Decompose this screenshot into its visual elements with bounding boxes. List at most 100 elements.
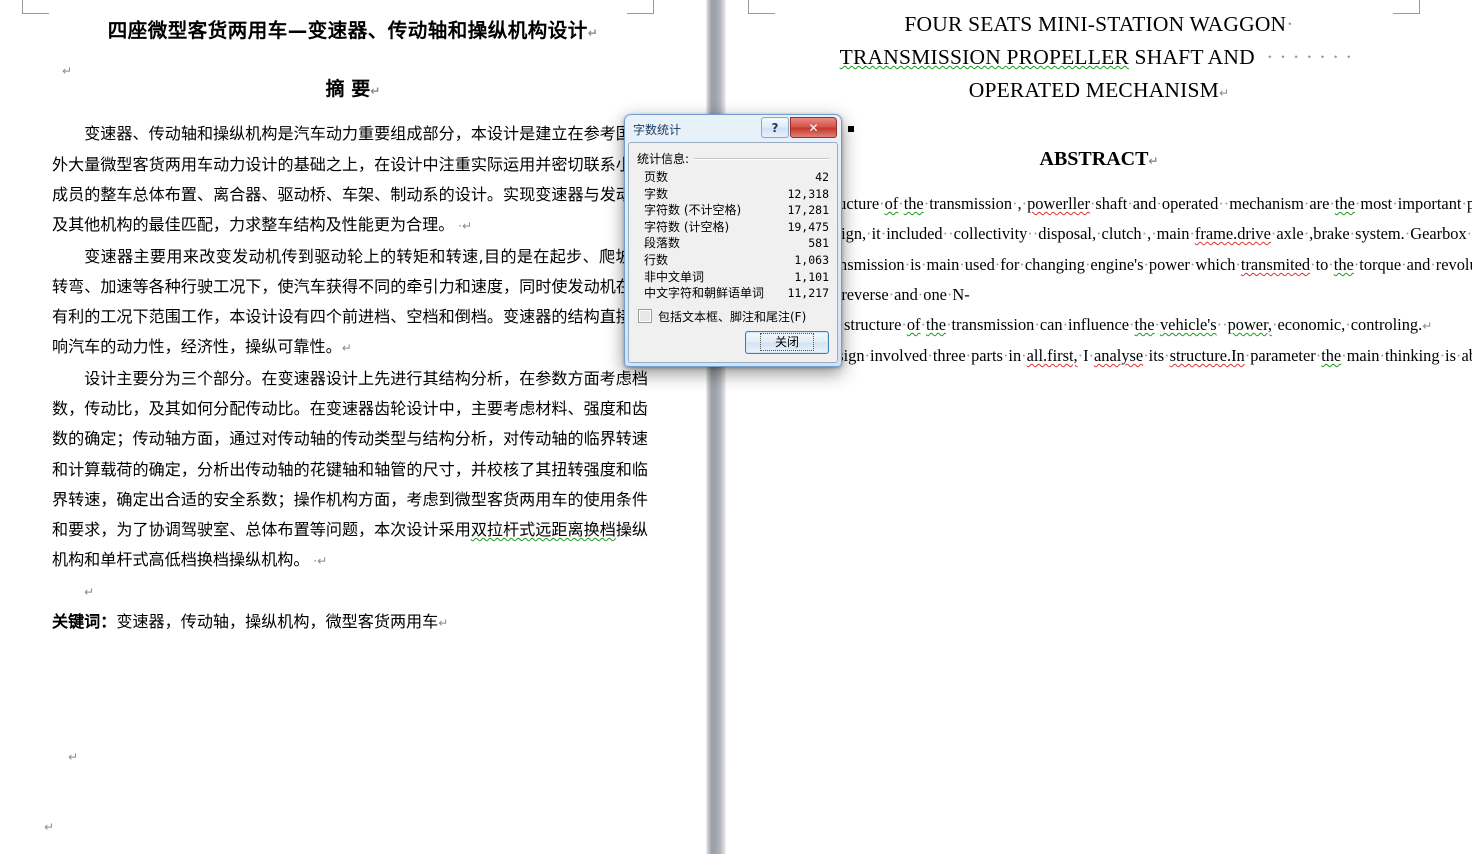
grammar-error-word: the (1134, 315, 1155, 334)
paragraph: The·design·involved·three·parts·in·all.f… (758, 341, 1472, 371)
paragraph: 变速器主要用来改变发动机传到驱动轮上的转矩和转速,目的是在起步、爬坡、转弯、加速… (52, 242, 648, 364)
word: three (932, 346, 966, 365)
word: and (894, 285, 918, 304)
document-page-left[interactable]: ↵ 四座微型客货两用车—变速器、传动轴和操纵机构设计↵ 摘 要↵ 变速器、传动轴… (0, 0, 706, 854)
word: used (964, 255, 995, 274)
statistic-label: 页数 (644, 170, 669, 184)
statistic-label: 字符数 (不计空格) (644, 203, 742, 218)
grammar-error-word: the (1321, 346, 1342, 365)
statistic-label: 行数 (644, 252, 669, 267)
grammar-error-word: vehicle's (1159, 315, 1217, 334)
statistic-row: 字符数 (计空格) 19,475 (644, 219, 829, 236)
word: disposal, (1038, 224, 1097, 243)
word: ,brake (1309, 224, 1350, 243)
word: torque (1359, 255, 1402, 274)
dialog-body: 统计信息: 页数 42 字数 12,318 字符数 (不计空格) 17,281 字符数 (计… (628, 142, 838, 363)
word: in (1008, 346, 1022, 365)
word: it (871, 224, 881, 243)
word: for (1000, 255, 1020, 274)
paragraph-text: 设计主要分为三个部分。在变速器设计上先进行其结构分析，在参数方面考虑档数，传动比… (52, 368, 649, 570)
include-textboxes-checkbox[interactable] (638, 309, 652, 324)
grammar-error-word: the (903, 194, 924, 213)
spelling-error-word: transmited (1240, 255, 1311, 274)
word: parts (971, 346, 1003, 365)
word: revolution (1435, 255, 1472, 274)
include-textboxes-label: 包括文本框、脚注和尾注(F) (658, 309, 807, 324)
paragraph-mark: ↵ (84, 584, 95, 599)
dialog-title-bar-buttons[interactable]: ? ✕ (761, 117, 837, 138)
word-count-dialog[interactable]: 字数统计 ? ✕ 统计信息: 页数 42 字数 12,318 字符数 (不计空格) 17,… (624, 114, 842, 367)
paragraph-text: The·transmission·is·main·used·for·changi… (758, 255, 1472, 334)
paragraph-mark: ↵ (1422, 319, 1433, 333)
statistics-group-label-text: 统计信息: (637, 152, 690, 166)
statistic-value: 11,217 (787, 286, 829, 301)
statistic-label: 字数 (644, 186, 669, 201)
page-title-chinese-text: 四座微型客货两用车—变速器、传动轴和操纵机构设计 (107, 19, 588, 42)
statistic-row: 字数 12,318 (644, 186, 829, 203)
page-title-chinese: 四座微型客货两用车—变速器、传动轴和操纵机构设计↵ (48, 18, 658, 44)
abstract-heading-chinese-text: 摘 要 (325, 78, 371, 101)
grammar-error-word: power, (1227, 315, 1272, 334)
word: is (1445, 346, 1456, 365)
paragraph-mark: ↵ (370, 84, 381, 99)
word: changing (1024, 255, 1085, 274)
formatting-square-bullet (848, 126, 854, 132)
word: transmission (929, 194, 1013, 213)
word: engine's (1090, 255, 1144, 274)
spelling-error-word: all.first, (1026, 346, 1078, 365)
word: axle (1276, 224, 1304, 243)
paragraph-mark: ↵ (341, 341, 352, 356)
statistics-group-label: 统计信息: (637, 150, 829, 167)
abstract-body-english: The·structure·of·the·transmission·,·powe… (758, 189, 1472, 371)
word: mechanism (1229, 194, 1304, 213)
word: structure (844, 315, 902, 334)
word: power (1148, 255, 1190, 274)
spelling-error-word: frame.drive (1194, 224, 1271, 243)
spelling-error-word: powerller (1027, 194, 1090, 213)
word: important (1397, 194, 1462, 213)
trailing-space-marks: ······· (1254, 45, 1359, 69)
margin-mark-top-left (748, 0, 775, 14)
word: main (1156, 224, 1190, 243)
close-icon[interactable]: ✕ (790, 117, 837, 138)
word: thinking (1384, 346, 1440, 365)
word: about (1461, 346, 1472, 365)
statistics-list: 页数 42 字数 12,318 字符数 (不计空格) 17,281 字符数 (计空格) 19,… (644, 169, 829, 302)
statistic-value: 17,281 (787, 203, 829, 218)
word: shaft (1095, 194, 1128, 213)
grammar-error-phrase: 双拉杆式远距离换档 (470, 520, 616, 540)
spelling-error-word: analyse (1094, 346, 1144, 365)
paragraph-text: The·structure·of·the·transmission·,·powe… (758, 194, 1472, 243)
dialog-title: 字数统计 (633, 123, 682, 137)
word: transmission (951, 315, 1035, 334)
word: parts (1466, 194, 1472, 213)
word: economic, (1277, 315, 1346, 334)
dialog-title-bar[interactable]: 字数统计 ? ✕ (628, 117, 838, 141)
word-document-view: ↵ 四座微型客货两用车—变速器、传动轴和操纵机构设计↵ 摘 要↵ 变速器、传动轴… (0, 0, 1472, 854)
close-button-label: 关闭 (759, 333, 814, 352)
statistic-label: 中文字符和朝鲜语单词 (644, 286, 765, 301)
statistic-value: 12,318 (787, 186, 829, 201)
paragraph-mark: ↵ (44, 820, 55, 834)
paragraph: The·structure·of·the·transmission·,·powe… (758, 189, 1472, 250)
word: main (926, 255, 960, 274)
spelling-error-word: structure.In (1169, 346, 1245, 365)
close-button[interactable]: 关闭 (745, 330, 829, 354)
abstract-heading-chinese: 摘 要↵ (0, 74, 706, 101)
help-icon[interactable]: ? (761, 117, 789, 138)
statistic-value: 581 (808, 236, 829, 251)
word: can (1039, 315, 1063, 334)
word: are (1309, 194, 1330, 213)
keywords-line-chinese: 关键词：变速器，传动轴，操纵机构，微型客货两用车↵ (52, 607, 648, 638)
page-title-line-3-text: OPERATED MECHANISM (968, 78, 1219, 102)
margin-mark-top-right (627, 0, 654, 14)
statistic-row: 页数 42 (644, 169, 829, 186)
word: involved (870, 346, 928, 365)
statistic-label: 段落数 (644, 236, 681, 251)
statistic-row: 段落数 581 (644, 235, 829, 252)
page-title-english: FOUR SEATS MINI-STATION WAGGON· TRANSMIS… (762, 8, 1436, 110)
page-title-line-1: FOUR SEATS MINI-STATION WAGGON· (904, 12, 1294, 36)
empty-paragraph: ↵ (52, 577, 648, 607)
statistic-row: 字符数 (不计空格) 17,281 (644, 202, 829, 219)
include-textboxes-checkbox-row[interactable]: 包括文本框、脚注和尾注(F) (638, 308, 829, 325)
